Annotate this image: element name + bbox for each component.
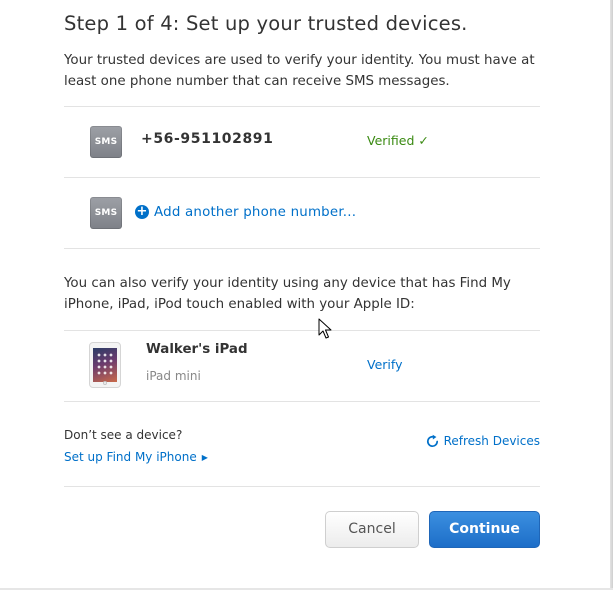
sms-icon: SMS <box>90 126 122 158</box>
refresh-icon <box>426 434 438 447</box>
divider <box>64 106 540 107</box>
device-name: Walker's iPad <box>146 342 248 357</box>
divider <box>64 486 540 487</box>
cancel-button[interactable]: Cancel <box>325 511 419 548</box>
add-phone-number-label: Add another phone number... <box>154 204 357 220</box>
device-model: iPad mini <box>146 369 201 383</box>
setup-trusted-devices-page: Step 1 of 4: Set up your trusted devices… <box>0 0 613 590</box>
divider <box>64 177 540 178</box>
setup-find-my-iphone-label: Set up Find My iPhone <box>64 450 197 464</box>
ipad-screen <box>93 348 117 382</box>
intro-text: Your trusted devices are used to verify … <box>64 53 535 89</box>
plus-circle-icon: + <box>135 204 149 219</box>
ipad-icon <box>89 342 121 388</box>
refresh-devices-button[interactable]: Refresh Devices <box>425 432 540 450</box>
divider <box>64 248 540 249</box>
verified-status: Verified ✓ <box>367 133 429 148</box>
refresh-devices-label: Refresh Devices <box>443 434 540 448</box>
divider <box>64 330 540 331</box>
chevron-right-icon: ▶ <box>201 453 208 462</box>
verify-device-link[interactable]: Verify <box>367 357 402 372</box>
mouse-pointer-icon <box>318 318 332 339</box>
setup-find-my-iphone-link[interactable]: Set up Find My iPhone ▶ <box>64 450 208 464</box>
page-title: Step 1 of 4: Set up your trusted devices… <box>64 12 468 35</box>
devices-intro-text: You can also verify your identity using … <box>64 276 511 312</box>
continue-button[interactable]: Continue <box>429 511 540 548</box>
ipad-home-button <box>103 381 107 385</box>
ipad-app-icons <box>96 352 114 376</box>
no-device-question: Don’t see a device? <box>64 428 183 442</box>
sms-icon: SMS <box>90 197 122 229</box>
divider <box>64 401 540 402</box>
phone-number: +56-951102891 <box>141 131 274 147</box>
add-phone-number-link[interactable]: + Add another phone number... <box>135 203 356 221</box>
